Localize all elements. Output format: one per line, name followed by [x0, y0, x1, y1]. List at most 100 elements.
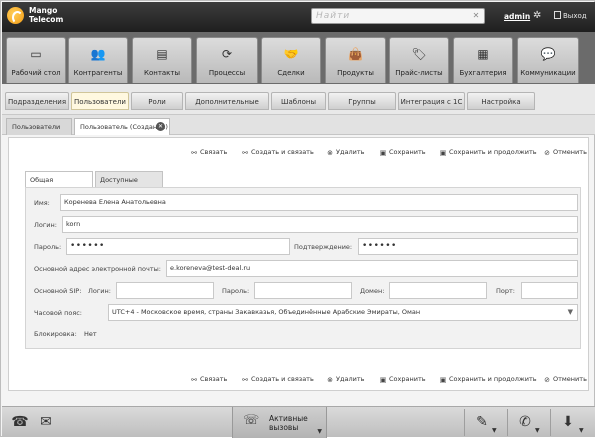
brand-line-2: Telecom — [29, 15, 64, 24]
sip-port-label: Порт: — [496, 287, 515, 295]
subtab-departments[interactable]: Подразделения — [5, 92, 69, 110]
sip-password-field[interactable] — [254, 282, 352, 299]
subtab-roles[interactable]: Роли — [131, 92, 183, 110]
link-button[interactable]: ⚯ Связать — [190, 148, 227, 157]
delete-label: Удалить — [336, 375, 365, 383]
module-tab-contacts[interactable]: ▤ Контакты — [132, 37, 192, 83]
search-box[interactable]: ✕ — [311, 8, 485, 24]
subtab-custom-fields[interactable]: Дополнительные поля — [185, 92, 269, 124]
people-icon: 👥 — [90, 47, 106, 61]
cancel-icon: ⊘ — [544, 149, 550, 157]
module-tab-counterparties[interactable]: 👥 Контрагенты — [68, 37, 128, 83]
doctab-label: Пользователь (Создание) — [80, 123, 168, 131]
chevron-down-icon[interactable]: ▼ — [492, 427, 497, 434]
cancel-button[interactable]: ⊘ Отменить — [543, 148, 587, 157]
subtab-templates[interactable]: Шаблоны — [271, 92, 326, 110]
save-button[interactable]: ▣ Сохранить — [379, 148, 426, 157]
password-field[interactable]: •••••• — [66, 238, 290, 255]
timezone-value: UTC+4 - Московское время, страны Закавка… — [112, 308, 421, 316]
module-tabs: ▭ Рабочий стол 👥 Контрагенты ▤ Контакты … — [2, 32, 595, 84]
chat-bubble-icon: 💬 — [540, 47, 556, 61]
subtab-product-groups[interactable]: Группы продуктов — [328, 92, 396, 124]
app-window: Mango Telecom ✕ admin ✲ Выход ▭ Рабочий … — [0, 0, 595, 438]
user-link[interactable]: admin — [504, 12, 530, 21]
exit-label: Выход — [563, 12, 587, 20]
module-tab-communications[interactable]: 💬 Коммуникации — [517, 37, 579, 83]
download-icon[interactable]: ⬇ — [558, 413, 578, 431]
active-calls-line-1: Активные — [269, 414, 308, 423]
exit-button[interactable]: Выход — [554, 11, 587, 20]
login-field[interactable]: korn — [62, 216, 578, 233]
close-icon[interactable]: ✕ — [156, 122, 165, 131]
chevron-down-icon[interactable]: ▼ — [535, 427, 540, 434]
phone-icon[interactable]: ☎ — [10, 413, 30, 431]
module-tab-products[interactable]: 👜 Продукты — [325, 37, 386, 83]
bottom-bar: ☎ ✉ ☏ Активные вызовы ▼ ✎ ▼ ✆ ▼ ⬇ ▼ — [2, 406, 595, 438]
save-and-continue-button[interactable]: ▣ Сохранить и продолжить — [439, 375, 537, 384]
tab-general-info[interactable]: Общая информация — [25, 171, 93, 200]
active-calls-button[interactable]: ☏ Активные вызовы ▼ — [232, 407, 327, 438]
create-and-link-button[interactable]: ⚯ Создать и связать — [241, 375, 314, 384]
sip-port-field[interactable] — [521, 282, 578, 299]
module-label: Коммуникации — [520, 69, 576, 77]
link-label: Связать — [200, 375, 228, 383]
create-and-link-button[interactable]: ⚯ Создать и связать — [241, 148, 314, 157]
subtab-1c-integration[interactable]: Интеграция с 1С — [398, 92, 465, 110]
price-tag-icon: 🏷 — [411, 47, 427, 61]
timezone-select[interactable]: UTC+4 - Московское время, страны Закавка… — [108, 304, 578, 321]
create-link-label: Создать и связать — [251, 148, 314, 156]
gear-icon[interactable]: ✲ — [533, 10, 541, 21]
sip-login-label: Логин: — [88, 287, 111, 295]
search-input[interactable] — [312, 9, 462, 23]
settings-subtabs: Подразделения Пользователи Роли Дополнит… — [2, 84, 595, 124]
sip-login-field[interactable] — [116, 282, 214, 299]
notes-icon[interactable]: ✎ — [472, 413, 492, 431]
shopping-bag-icon: 👜 — [348, 47, 363, 61]
save-button[interactable]: ▣ Сохранить — [379, 375, 426, 384]
monitor-icon: ▭ — [30, 47, 42, 61]
email-field[interactable]: e.koreneva@test-deal.ru — [166, 260, 578, 277]
name-field[interactable]: Коренева Елена Анатольевна — [60, 194, 578, 211]
module-label: Бухгалтерия — [459, 69, 507, 77]
module-label: Процессы — [208, 69, 246, 77]
doctab-label: Пользователи — [12, 123, 61, 131]
save-and-continue-button[interactable]: ▣ Сохранить и продолжить — [439, 148, 537, 157]
create-link-icon: ⚯ — [242, 376, 248, 384]
link-button[interactable]: ⚯ Связать — [190, 375, 227, 384]
module-tab-deals[interactable]: 🤝 Сделки — [261, 37, 321, 83]
delete-button[interactable]: ⊗ Удалить — [326, 375, 364, 384]
search-clear-icon[interactable]: ✕ — [471, 11, 481, 21]
chevron-down-icon[interactable]: ▼ — [579, 427, 584, 434]
module-tab-price-lists[interactable]: 🏷 Прайс-листы — [389, 37, 449, 83]
top-bar: Mango Telecom ✕ admin ✲ Выход — [2, 2, 595, 32]
doctab-user-create[interactable]: Пользователь (Создание) ✕ — [74, 118, 170, 135]
call-transfer-icon[interactable]: ✆ — [515, 413, 535, 431]
handset-icon: ☏ — [243, 413, 260, 428]
process-cycle-icon: ⟳ — [221, 47, 233, 61]
chevron-down-icon: ▼ — [567, 308, 573, 316]
doctab-users[interactable]: Пользователи — [6, 118, 72, 135]
module-tab-processes[interactable]: ⟳ Процессы — [196, 37, 258, 83]
toolbar-top: ⚯ Связать ⚯ Создать и связать ⊗ Удалить ▣ Со… — [9, 148, 590, 162]
cancel-button[interactable]: ⊘ Отменить — [543, 375, 587, 384]
module-label: Продукты — [337, 69, 374, 77]
brand-line-1: Mango — [29, 6, 58, 15]
save-label: Сохранить — [389, 148, 426, 156]
delete-icon: ⊗ — [327, 376, 333, 384]
subtab-invoice-settings[interactable]: Настройка счетов — [467, 92, 535, 124]
module-tab-accounting[interactable]: ▦ Бухгалтерия — [453, 37, 513, 83]
delete-icon: ⊗ — [327, 149, 333, 157]
sip-label: Основной SIP: — [34, 287, 82, 295]
delete-button[interactable]: ⊗ Удалить — [326, 148, 364, 157]
user-form: Имя: Коренева Елена Анатольевна Логин: k… — [25, 187, 581, 349]
module-tab-desktop[interactable]: ▭ Рабочий стол — [6, 37, 66, 83]
active-calls-line-2: вызовы — [269, 423, 299, 432]
tab-available-commands[interactable]: Доступные команды — [95, 171, 163, 200]
subtab-users[interactable]: Пользователи — [71, 92, 129, 110]
sip-domain-field[interactable] — [389, 282, 487, 299]
active-calls-label: Активные вызовы — [269, 414, 308, 432]
module-label: Рабочий стол — [11, 69, 61, 77]
confirm-password-field[interactable]: •••••• — [358, 238, 578, 255]
floppy-icon: ▣ — [439, 149, 447, 157]
mail-icon[interactable]: ✉ — [36, 413, 56, 431]
